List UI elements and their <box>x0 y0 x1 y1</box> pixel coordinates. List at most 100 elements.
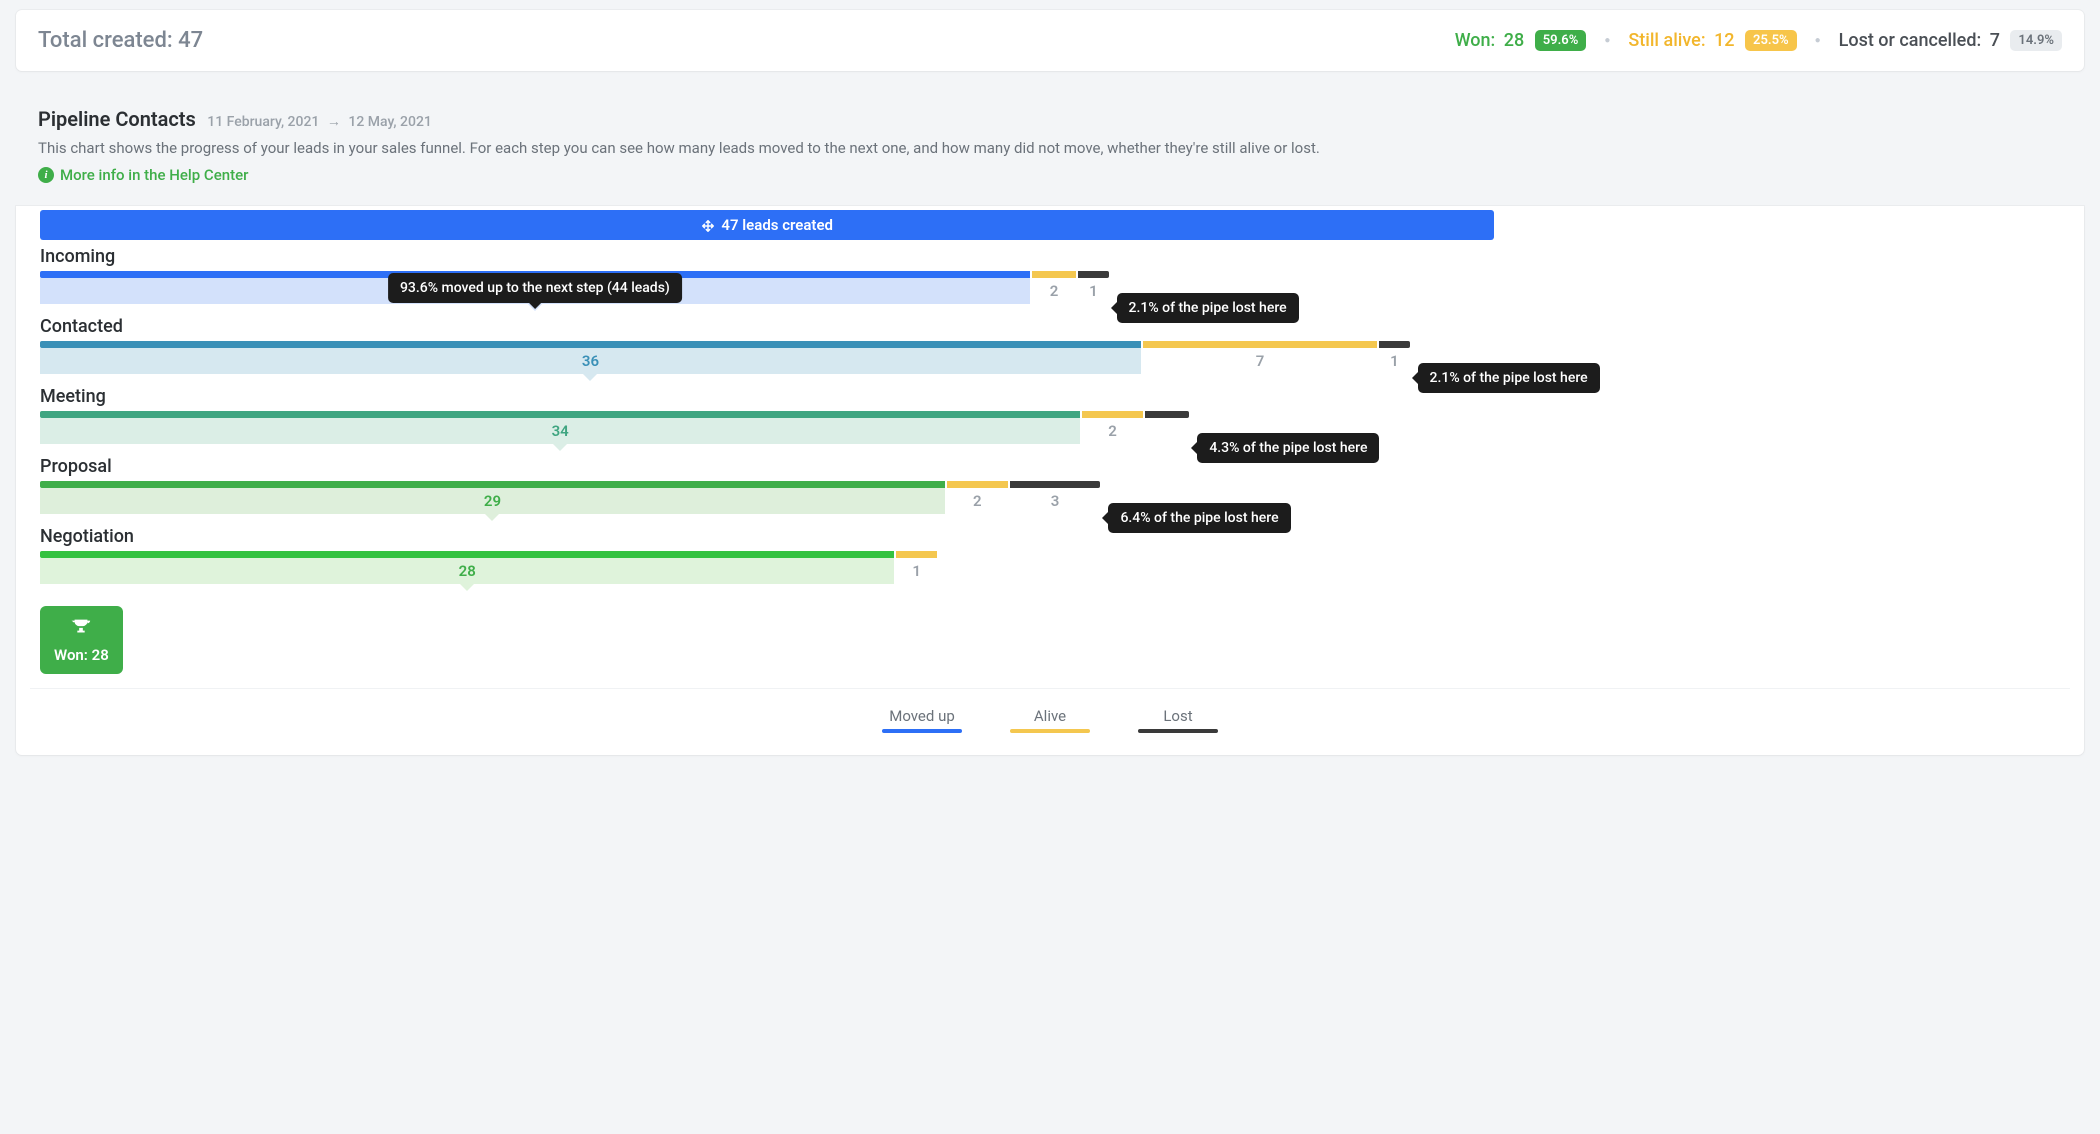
seg-moved-top[interactable] <box>40 551 894 558</box>
stage-body-bar[interactable]: 28 1 <box>40 558 2060 584</box>
won-badge[interactable]: Won: 28 <box>40 606 123 674</box>
separator-dot: ● <box>1815 35 1821 46</box>
legend-moved-color <box>882 729 962 733</box>
moved-tooltip: 93.6% moved up to the next step (44 lead… <box>388 273 682 303</box>
legend-moved-up[interactable]: Moved up <box>882 707 962 733</box>
legend-lost[interactable]: Lost <box>1138 707 1218 733</box>
seg-alive-top[interactable] <box>1143 341 1377 348</box>
seg-lost-top[interactable] <box>1010 481 1101 488</box>
lost-pct-badge: 14.9% <box>2010 30 2062 51</box>
lost-value: 7 <box>1990 30 2000 51</box>
trophy-icon <box>70 616 92 642</box>
seg-moved-top[interactable] <box>40 341 1141 348</box>
funnel-stages: Incoming 93.6% moved up to the next step… <box>40 246 2060 584</box>
seg-alive-top[interactable] <box>896 551 936 558</box>
seg-alive-body[interactable]: 2 <box>947 488 1008 514</box>
summary-stats: Won: 28 59.6% ● Still alive: 12 25.5% ● … <box>1455 30 2062 52</box>
stage-name: Meeting <box>40 386 2060 407</box>
legend-alive[interactable]: Alive <box>1010 707 1090 733</box>
chart-date-range: 11 February, 2021 → 12 May, 2021 <box>207 114 432 130</box>
lost-tooltip: 6.4% of the pipe lost here <box>1108 503 1290 533</box>
seg-alive-top[interactable] <box>1032 271 1076 278</box>
chart-title: Pipeline Contacts <box>38 107 196 131</box>
stage-name: Proposal <box>40 456 2060 477</box>
stage-body-bar[interactable]: 34 2 <box>40 418 2060 444</box>
seg-lost-top[interactable] <box>1379 341 1409 348</box>
legend-moved-label: Moved up <box>889 707 955 725</box>
leads-created-bar-label: 47 leads created <box>721 216 833 234</box>
separator-dot: ● <box>1604 35 1610 46</box>
legend-alive-label: Alive <box>1034 707 1066 725</box>
funnel-stage: Incoming 93.6% moved up to the next step… <box>40 246 2060 304</box>
lost-tooltip: 2.1% of the pipe lost here <box>1117 293 1299 323</box>
seg-lost-top[interactable] <box>1078 271 1108 278</box>
seg-alive-body[interactable]: 1 <box>896 558 936 584</box>
lost-label: Lost or cancelled: <box>1839 30 1982 51</box>
seg-moved-body[interactable]: 28 <box>40 558 894 584</box>
chart-description-header: Pipeline Contacts 11 February, 2021 → 12… <box>16 91 2084 206</box>
summary-lost: Lost or cancelled: 7 14.9% <box>1839 30 2062 52</box>
seg-moved-top[interactable] <box>40 481 945 488</box>
lost-tooltip: 4.3% of the pipe lost here <box>1197 433 1379 463</box>
seg-alive-top[interactable] <box>1082 411 1143 418</box>
info-icon: i <box>38 167 54 183</box>
seg-lost-top[interactable] <box>1145 411 1189 418</box>
leads-created-bar[interactable]: 47 leads created <box>40 210 1494 240</box>
seg-moved-body[interactable]: 29 <box>40 488 945 514</box>
seg-moved-top[interactable] <box>40 411 1080 418</box>
chart-legend: Moved up Alive Lost <box>30 688 2070 743</box>
legend-lost-color <box>1138 729 1218 733</box>
seg-alive-top[interactable] <box>947 481 1008 488</box>
pointer-down-icon <box>485 514 499 521</box>
arrow-right-icon: → <box>327 114 341 130</box>
funnel-stage: Contacted 36 7 1 2.1% of the pipe lost h… <box>40 316 2060 374</box>
seg-alive-body[interactable]: 7 <box>1143 348 1377 374</box>
legend-alive-color <box>1010 729 1090 733</box>
lost-tooltip: 2.1% of the pipe lost here <box>1418 363 1600 393</box>
stage-body-bar[interactable]: 29 2 3 <box>40 488 2060 514</box>
stage-top-bar[interactable] <box>40 481 2060 488</box>
help-center-link-label: More info in the Help Center <box>60 166 248 184</box>
stage-top-bar[interactable] <box>40 411 2060 418</box>
seg-alive-body[interactable]: 2 <box>1032 278 1076 304</box>
funnel-stage: Negotiation 28 1 <box>40 526 2060 584</box>
funnel-stage: Proposal 29 2 3 6.4% of the pipe lost he… <box>40 456 2060 514</box>
stage-top-bar[interactable] <box>40 341 2060 348</box>
help-center-link[interactable]: i More info in the Help Center <box>38 166 2062 184</box>
seg-moved-body[interactable]: 36 <box>40 348 1141 374</box>
pointer-down-icon <box>583 374 597 381</box>
stage-body-bar[interactable]: 44 2 1 <box>40 278 2060 304</box>
won-pct-badge: 59.6% <box>1535 30 1587 51</box>
funnel-stage: Meeting 34 2 4.3% of the pipe lost here <box>40 386 2060 444</box>
total-created-label: Total created: <box>38 28 173 53</box>
alive-pct-badge: 25.5% <box>1745 30 1797 51</box>
date-from: 11 February, 2021 <box>207 114 319 130</box>
alive-value: 12 <box>1714 30 1734 51</box>
stage-top-bar[interactable] <box>40 551 2060 558</box>
date-to: 12 May, 2021 <box>348 114 432 130</box>
legend-lost-label: Lost <box>1163 707 1192 725</box>
chart-subtitle: This chart shows the progress of your le… <box>38 137 2062 160</box>
summary-alive: Still alive: 12 25.5% <box>1628 30 1796 52</box>
pointer-down-icon <box>553 444 567 451</box>
seg-lost-body[interactable]: 1 <box>1078 278 1108 304</box>
total-created-value: 47 <box>178 28 203 53</box>
summary-won: Won: 28 59.6% <box>1455 30 1587 52</box>
alive-label: Still alive: <box>1628 30 1705 51</box>
funnel-chart-card: 47 leads created Incoming 93.6% moved up… <box>16 206 2084 755</box>
won-value: 28 <box>1504 30 1524 51</box>
stage-name: Negotiation <box>40 526 2060 547</box>
move-icon <box>701 216 715 234</box>
seg-moved-body[interactable]: 34 <box>40 418 1080 444</box>
seg-lost-body[interactable]: 3 <box>1010 488 1101 514</box>
stage-name: Incoming <box>40 246 2060 267</box>
total-created: Total created: 47 <box>38 28 1455 53</box>
summary-card: Total created: 47 Won: 28 59.6% ● Still … <box>16 10 2084 71</box>
stage-top-bar[interactable] <box>40 271 2060 278</box>
stage-name: Contacted <box>40 316 2060 337</box>
stage-body-bar[interactable]: 36 7 1 <box>40 348 2060 374</box>
seg-alive-body[interactable]: 2 <box>1082 418 1143 444</box>
won-label: Won: <box>1455 30 1496 51</box>
seg-lost-body[interactable]: 1 <box>1379 348 1409 374</box>
pointer-down-icon <box>460 584 474 591</box>
